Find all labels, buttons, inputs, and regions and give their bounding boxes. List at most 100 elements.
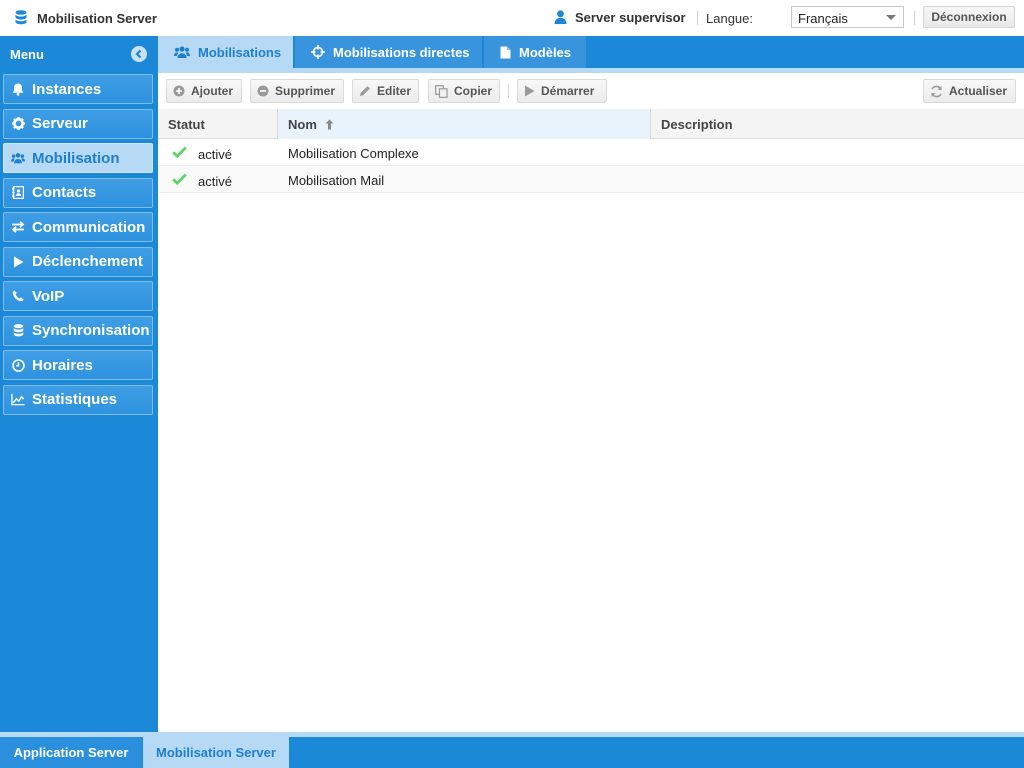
play-icon bbox=[11, 255, 25, 269]
sidebar-item-voip[interactable]: VoIP bbox=[3, 281, 153, 311]
start-button-label: Démarrer bbox=[541, 84, 595, 98]
app-title: Mobilisation Server bbox=[37, 10, 157, 26]
sidebar-item-label: Instances bbox=[32, 80, 102, 98]
chevron-left-circle-icon bbox=[135, 49, 142, 59]
minus-circle-icon bbox=[257, 85, 269, 97]
sidebar-item-synchronisation[interactable]: Synchronisation bbox=[3, 315, 153, 346]
column-header-nom[interactable]: Nom bbox=[278, 109, 651, 139]
table-row[interactable]: activé Mobilisation Complexe bbox=[158, 139, 1024, 166]
users-icon bbox=[11, 151, 25, 165]
column-header-label: Statut bbox=[168, 117, 205, 132]
logout-button[interactable]: Déconnexion bbox=[923, 6, 1015, 28]
footer-tab-label: Mobilisation Server bbox=[156, 745, 276, 760]
sidebar: Menu Instances Serveur Mobilisation Cont… bbox=[0, 36, 158, 732]
gear-icon bbox=[11, 117, 25, 131]
sidebar-item-label: Horaires bbox=[32, 356, 93, 374]
chart-line-icon bbox=[11, 393, 25, 407]
sidebar-item-horaires[interactable]: Horaires bbox=[3, 350, 153, 380]
row-name: Mobilisation Mail bbox=[288, 173, 385, 188]
header-divider bbox=[914, 11, 915, 25]
check-icon bbox=[172, 173, 187, 188]
sort-ascending-icon bbox=[325, 118, 334, 133]
phone-icon bbox=[11, 289, 25, 303]
footer-tab-mobilisation-server[interactable]: Mobilisation Server bbox=[143, 737, 289, 768]
top-header: Mobilisation Server Server supervisor La… bbox=[0, 0, 1024, 37]
sidebar-item-label: Mobilisation bbox=[32, 149, 120, 167]
users-icon bbox=[174, 46, 190, 58]
start-button[interactable]: Démarrer bbox=[517, 79, 607, 103]
edit-button-label: Editer bbox=[377, 84, 412, 98]
footer-tab-application-server[interactable]: Application Server bbox=[0, 737, 142, 768]
header-divider bbox=[697, 11, 698, 25]
crosshairs-icon bbox=[311, 45, 325, 59]
pencil-icon bbox=[359, 85, 371, 97]
refresh-button-label: Actualiser bbox=[949, 84, 1008, 98]
footer-app-switcher: Application Server Mobilisation Server bbox=[0, 732, 1024, 768]
footer-tab-label: Application Server bbox=[13, 745, 129, 760]
grid-header: Statut Nom Description bbox=[158, 109, 1024, 139]
sidebar-item-instances[interactable]: Instances bbox=[3, 74, 153, 104]
exchange-icon bbox=[11, 220, 25, 234]
copy-button-label: Copier bbox=[454, 84, 493, 98]
sidebar-item-mobilisation[interactable]: Mobilisation bbox=[3, 143, 153, 173]
sidebar-item-statistiques[interactable]: Statistiques bbox=[3, 384, 153, 415]
toolbar-divider bbox=[508, 84, 509, 98]
row-status: activé bbox=[198, 174, 232, 189]
delete-button-label: Supprimer bbox=[275, 84, 336, 98]
refresh-icon bbox=[930, 85, 943, 98]
plus-circle-icon bbox=[173, 85, 185, 97]
row-name: Mobilisation Complexe bbox=[288, 146, 419, 161]
column-header-description[interactable]: Description bbox=[651, 109, 1024, 139]
language-selected-value: Français bbox=[798, 11, 848, 26]
check-icon bbox=[172, 146, 187, 161]
tab-modeles[interactable]: Modèles bbox=[484, 36, 586, 68]
sidebar-item-serveur[interactable]: Serveur bbox=[3, 108, 153, 139]
column-header-label: Description bbox=[661, 117, 733, 132]
bell-icon bbox=[11, 82, 25, 96]
language-label: Langue: bbox=[706, 11, 753, 26]
clock-icon bbox=[11, 358, 25, 372]
database-icon bbox=[15, 10, 29, 26]
play-icon bbox=[524, 85, 535, 97]
tab-label: Modèles bbox=[519, 44, 572, 60]
user-icon bbox=[554, 10, 568, 25]
delete-button[interactable]: Supprimer bbox=[250, 79, 344, 103]
tab-label: Mobilisations bbox=[198, 44, 282, 60]
tab-mobilisations-directes[interactable]: Mobilisations directes bbox=[295, 36, 482, 68]
table-row[interactable]: activé Mobilisation Mail bbox=[158, 166, 1024, 193]
sidebar-menu: Instances Serveur Mobilisation Contacts … bbox=[3, 74, 153, 419]
sidebar-item-label: Statistiques bbox=[32, 391, 118, 408]
sidebar-item-label: Serveur bbox=[32, 115, 88, 132]
sidebar-item-contacts[interactable]: Contacts bbox=[3, 177, 153, 208]
sidebar-item-label: Déclenchement bbox=[32, 253, 143, 270]
column-header-statut[interactable]: Statut bbox=[158, 109, 278, 139]
sidebar-item-label: Communication bbox=[32, 218, 146, 236]
sidebar-item-label: Synchronisation bbox=[32, 322, 150, 339]
row-status: activé bbox=[198, 147, 232, 162]
refresh-button[interactable]: Actualiser bbox=[923, 79, 1016, 103]
file-icon bbox=[500, 46, 511, 59]
tab-mobilisations[interactable]: Mobilisations bbox=[158, 36, 293, 68]
tab-label: Mobilisations directes bbox=[333, 44, 470, 60]
user-name: Server supervisor bbox=[575, 10, 686, 25]
mobilisations-grid: Statut Nom Description activé Mobilisati… bbox=[158, 109, 1024, 732]
edit-button[interactable]: Editer bbox=[352, 79, 419, 103]
sidebar-item-label: VoIP bbox=[32, 287, 65, 305]
sidebar-title: Menu bbox=[10, 47, 44, 62]
column-header-label: Nom bbox=[288, 117, 317, 132]
sidebar-collapse-button[interactable] bbox=[131, 46, 147, 62]
add-button-label: Ajouter bbox=[191, 84, 233, 98]
app-branding: Mobilisation Server bbox=[15, 10, 157, 26]
sidebar-item-label: Contacts bbox=[32, 184, 97, 201]
sidebar-item-communication[interactable]: Communication bbox=[3, 212, 153, 242]
copy-button[interactable]: Copier bbox=[428, 79, 500, 103]
sidebar-item-declenchement[interactable]: Déclenchement bbox=[3, 246, 153, 277]
add-button[interactable]: Ajouter bbox=[166, 79, 242, 103]
database-icon bbox=[11, 324, 25, 338]
language-select[interactable]: Français bbox=[791, 6, 904, 28]
current-user: Server supervisor bbox=[554, 10, 686, 25]
toolbar: Ajouter Supprimer Editer Copier Démarrer… bbox=[158, 73, 1024, 110]
chevron-down-icon bbox=[886, 15, 896, 20]
address-book-icon bbox=[11, 186, 25, 200]
tab-bar: Mobilisations Mobilisations directes Mod… bbox=[158, 36, 1024, 73]
